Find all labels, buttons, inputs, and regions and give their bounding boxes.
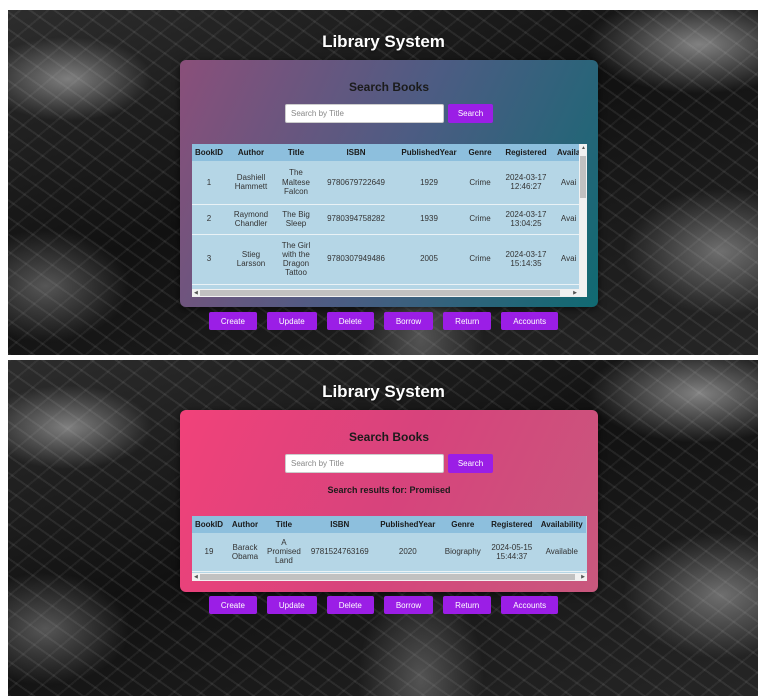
col-header-bookid: BookID	[192, 516, 226, 533]
col-header-author: Author	[226, 144, 276, 161]
cell-registered: 2024-03-17 12:46:27	[498, 161, 554, 205]
cell-title: The Maltese Falcon	[276, 161, 316, 205]
col-header-genre: Genre	[439, 516, 486, 533]
horizontal-scroll-thumb[interactable]	[200, 290, 560, 296]
search-button[interactable]: Search	[448, 454, 493, 473]
col-header-isbn: ISBN	[303, 516, 376, 533]
books-table: BookID Author Title ISBN PublishedYear G…	[192, 144, 584, 297]
cell-genre: Biography	[439, 533, 486, 572]
delete-button[interactable]: Delete	[326, 596, 374, 614]
cell-bookid: 3	[192, 234, 226, 285]
cell-author: Stieg Larsson	[226, 234, 276, 285]
cell-isbn: 9780394758282	[316, 204, 396, 235]
col-header-bookid: BookID	[192, 144, 226, 161]
horizontal-scrollbar[interactable]: ◀ ▶	[192, 573, 587, 581]
panel-title: Search Books	[348, 80, 430, 94]
screen-initial: Library System Search Books Search BookI…	[8, 10, 758, 355]
search-panel: Search Books Search BookID Author Title …	[180, 60, 598, 307]
create-button[interactable]: Create	[208, 596, 257, 614]
borrow-button[interactable]: Borrow	[383, 596, 434, 614]
cell-author: Raymond Chandler	[226, 204, 276, 235]
cell-published-year: 1929	[396, 161, 462, 205]
action-toolbar: Create Update Delete Borrow Return Accou…	[8, 312, 758, 330]
cell-author: Barack Obama	[226, 533, 264, 572]
col-header-genre: Genre	[462, 144, 498, 161]
col-header-registered: Registered	[485, 516, 538, 533]
cell-registered: 2024-03-17 15:14:35	[498, 234, 554, 285]
update-button[interactable]: Update	[266, 596, 317, 614]
app-title: Library System	[322, 382, 445, 401]
table-row: 3 Stieg Larsson The Girl with the Dragon…	[192, 234, 584, 285]
scroll-right-icon[interactable]: ▶	[573, 290, 577, 296]
cell-genre: Crime	[462, 204, 498, 235]
create-button[interactable]: Create	[208, 312, 257, 330]
scroll-left-icon[interactable]: ◀	[194, 290, 198, 296]
cell-genre: Crime	[462, 161, 498, 205]
cell-bookid: 2	[192, 204, 226, 235]
horizontal-scrollbar[interactable]: ◀ ▶	[192, 289, 587, 297]
col-header-isbn: ISBN	[316, 144, 396, 161]
col-header-published-year: PublishedYear	[396, 144, 462, 161]
accounts-button[interactable]: Accounts	[501, 596, 559, 614]
books-table: BookID Author Title ISBN PublishedYear G…	[192, 516, 586, 572]
update-button[interactable]: Update	[266, 312, 317, 330]
books-table-container[interactable]: BookID Author Title ISBN PublishedYear G…	[192, 144, 587, 297]
action-toolbar: Create Update Delete Borrow Return Accou…	[8, 596, 758, 614]
cell-title: A Promised Land	[264, 533, 304, 572]
cell-published-year: 1939	[396, 204, 462, 235]
cell-isbn: 9780307949486	[316, 234, 396, 285]
return-button[interactable]: Return	[443, 312, 492, 330]
cell-author: Dashiell Hammett	[226, 161, 276, 205]
col-header-title: Title	[264, 516, 304, 533]
col-header-registered: Registered	[498, 144, 554, 161]
vertical-scroll-thumb[interactable]	[580, 156, 586, 198]
cell-isbn: 9780679722649	[316, 161, 396, 205]
horizontal-scroll-thumb[interactable]	[200, 574, 575, 580]
search-button[interactable]: Search	[448, 104, 493, 123]
cell-title: The Big Sleep	[276, 204, 316, 235]
search-input[interactable]	[285, 104, 444, 123]
cell-published-year: 2005	[396, 234, 462, 285]
screen-search-results: Library System Search Books Search Searc…	[8, 360, 758, 696]
accounts-button[interactable]: Accounts	[501, 312, 559, 330]
col-header-published-year: PublishedYear	[375, 516, 440, 533]
scroll-right-icon[interactable]: ▶	[581, 574, 585, 580]
cell-isbn: 9781524763169	[303, 533, 376, 572]
borrow-button[interactable]: Borrow	[383, 312, 434, 330]
col-header-availability: Availability	[537, 516, 586, 533]
search-input[interactable]	[285, 454, 444, 473]
table-row: 1 Dashiell Hammett The Maltese Falcon 97…	[192, 161, 584, 205]
vertical-scrollbar[interactable]: ▲	[579, 144, 587, 289]
table-row: 2 Raymond Chandler The Big Sleep 9780394…	[192, 204, 584, 235]
books-table-container[interactable]: BookID Author Title ISBN PublishedYear G…	[192, 516, 587, 581]
return-button[interactable]: Return	[443, 596, 492, 614]
scroll-up-icon[interactable]: ▲	[581, 145, 586, 151]
cell-availability: Available	[537, 533, 586, 572]
app-title: Library System	[322, 32, 445, 51]
cell-bookid: 19	[192, 533, 226, 572]
search-panel: Search Books Search Search results for: …	[180, 410, 598, 592]
delete-button[interactable]: Delete	[326, 312, 374, 330]
cell-title: The Girl with the Dragon Tattoo	[276, 234, 316, 285]
table-header-row: BookID Author Title ISBN PublishedYear G…	[192, 516, 586, 533]
col-header-author: Author	[226, 516, 264, 533]
cell-bookid: 1	[192, 161, 226, 205]
cell-genre: Crime	[462, 234, 498, 285]
col-header-title: Title	[276, 144, 316, 161]
panel-title: Search Books	[348, 430, 430, 444]
scroll-left-icon[interactable]: ◀	[194, 574, 198, 580]
cell-published-year: 2020	[375, 533, 440, 572]
table-row: 19 Barack Obama A Promised Land 97815247…	[192, 533, 586, 572]
cell-registered: 2024-05-15 15:44:37	[485, 533, 538, 572]
cell-registered: 2024-03-17 13:04:25	[498, 204, 554, 235]
table-header-row: BookID Author Title ISBN PublishedYear G…	[192, 144, 584, 161]
search-results-label: Search results for: Promised	[327, 485, 451, 495]
